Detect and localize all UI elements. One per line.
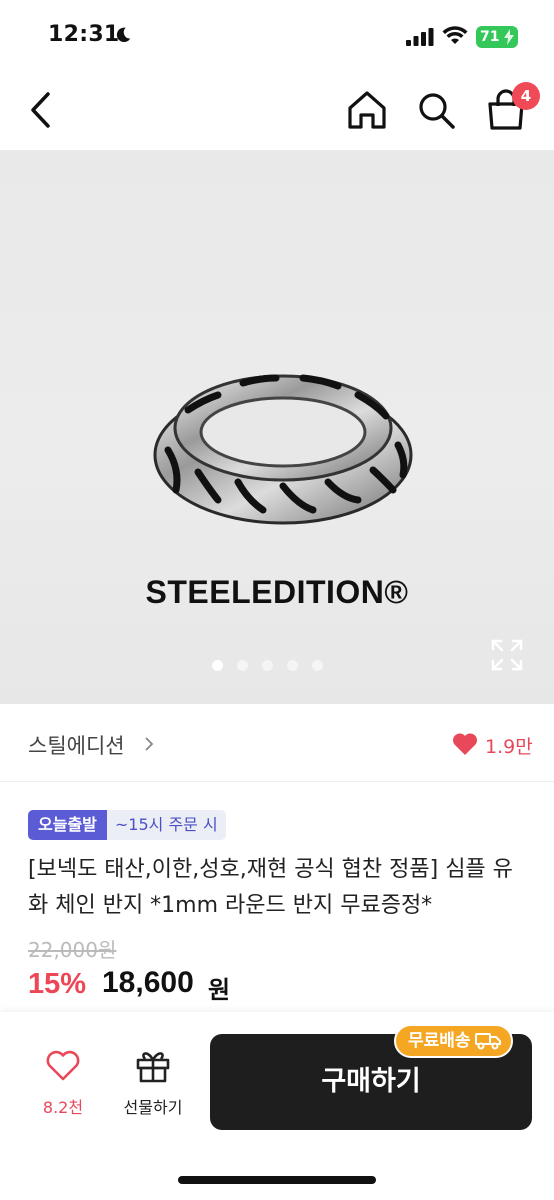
carousel-dots bbox=[212, 660, 323, 671]
brand-logo-text: STEELEDITION® bbox=[145, 574, 409, 610]
home-indicator bbox=[178, 1176, 376, 1184]
battery-level: 71 bbox=[480, 29, 500, 45]
carousel-dot[interactable] bbox=[237, 660, 248, 671]
truck-icon bbox=[474, 1033, 501, 1050]
store-like-count: 1.9만 bbox=[485, 736, 533, 758]
charging-bolt-icon bbox=[504, 29, 514, 45]
delivery-tags: 오늘출발 ~15시 주문 시 bbox=[28, 810, 226, 840]
store-name[interactable]: 스틸에디션 bbox=[28, 730, 125, 760]
gift-icon bbox=[136, 1052, 170, 1083]
wishlist-button[interactable]: 8.2천 bbox=[30, 1050, 96, 1130]
carousel-dot[interactable] bbox=[212, 660, 223, 671]
cellular-signal-icon bbox=[406, 28, 434, 46]
wishlist-count: 8.2천 bbox=[42, 1098, 84, 1117]
heart-filled-icon[interactable] bbox=[452, 732, 478, 756]
heart-outline-icon bbox=[46, 1050, 80, 1081]
carousel-dot[interactable] bbox=[262, 660, 273, 671]
gift-button[interactable]: 선물하기 bbox=[112, 1048, 194, 1128]
top-navigation bbox=[0, 72, 554, 150]
price-currency-unit: 원 bbox=[208, 976, 231, 1004]
gift-label: 선물하기 bbox=[123, 1098, 183, 1117]
product-image-carousel[interactable]: STEELEDITION® bbox=[0, 150, 554, 704]
fullscreen-expand-icon[interactable] bbox=[490, 638, 524, 672]
today-shipping-badge: 오늘출발 bbox=[28, 810, 107, 840]
product-title: [보넥도 태산,이한,성호,재현 공식 협찬 정품] 심플 유화 체인 반지 *… bbox=[28, 857, 513, 918]
discount-rate: 15% bbox=[28, 968, 87, 1000]
moon-icon bbox=[116, 27, 131, 43]
original-price: 22,000원 bbox=[28, 938, 117, 962]
carousel-dot[interactable] bbox=[312, 660, 323, 671]
sale-price: 18,600 bbox=[102, 966, 194, 999]
wifi-icon bbox=[442, 26, 468, 44]
back-arrow-icon[interactable] bbox=[22, 88, 62, 132]
status-time: 12:31 bbox=[48, 22, 120, 47]
store-row[interactable]: 스틸에디션 1.9만 bbox=[0, 704, 554, 782]
battery-indicator: 71 bbox=[476, 26, 518, 48]
cart-count-badge: 4 bbox=[512, 82, 540, 110]
free-shipping-label: 무료배송 bbox=[408, 1031, 471, 1051]
chevron-right-icon bbox=[145, 737, 154, 751]
search-icon[interactable] bbox=[414, 88, 458, 132]
home-icon[interactable] bbox=[344, 88, 390, 132]
carousel-dot[interactable] bbox=[287, 660, 298, 671]
order-cutoff-badge: ~15시 주문 시 bbox=[106, 810, 226, 840]
free-shipping-badge: 무료배송 bbox=[394, 1024, 513, 1058]
product-ring-image bbox=[153, 374, 413, 525]
status-bar: 12:31 71 bbox=[0, 0, 554, 72]
